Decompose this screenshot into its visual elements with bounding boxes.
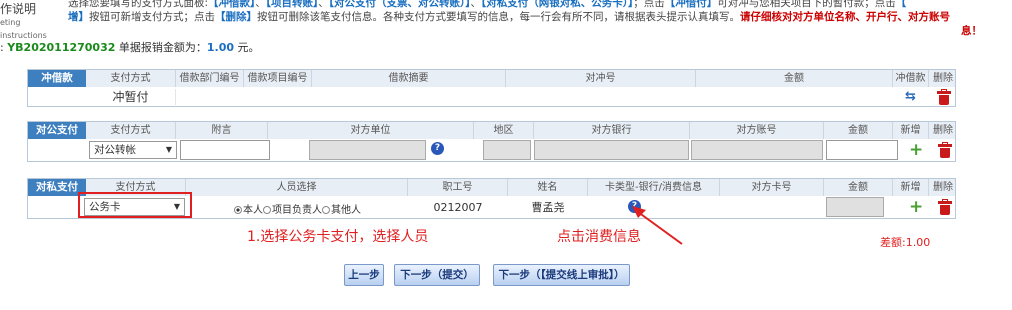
col-name: 姓名 — [508, 179, 588, 196]
instr-link-offset: 【冲借款】 — [208, 0, 256, 9]
radio-project-leader[interactable] — [263, 206, 271, 214]
payee-bank-input — [534, 140, 689, 160]
employee-no-value: 0212007 — [433, 201, 483, 214]
highlight-box — [78, 192, 192, 218]
col-delete: 删除 — [933, 125, 953, 136]
dropdown-arrow-icon: ▼ — [165, 145, 172, 154]
col-method: 支付方式 — [86, 70, 176, 87]
col-employee-no: 职工号 — [408, 179, 508, 196]
col-add: 新增 — [893, 179, 929, 196]
col-region: 地区 — [474, 122, 534, 139]
instr-link-delete: 【删除】 — [215, 11, 257, 23]
col-offset-action: 冲借款 — [893, 70, 929, 87]
instr-link-offset-pay: 【冲借付】 — [664, 0, 718, 9]
radio-other-label: 其他人 — [331, 205, 361, 216]
instr-link-add: 增】 — [68, 11, 89, 23]
radio-other[interactable] — [322, 206, 330, 214]
private-amount-input — [826, 197, 884, 217]
instructions-title-cn: 作说明 — [0, 2, 37, 16]
public-tag: 对公支付 — [28, 122, 86, 139]
reimbursement-summary: : YB202011270032 单据报销金额为：1.00 元。 — [0, 39, 260, 55]
arrow-shaft — [637, 211, 683, 245]
col-offset-no: 对冲号 — [506, 70, 696, 87]
public-amount-input[interactable] — [826, 140, 898, 160]
annotation-step1: 1.选择公务卡支付，选择人员 — [247, 229, 429, 245]
swap-icon[interactable]: ⇆ — [905, 90, 916, 104]
offset-tag: 冲借款 — [28, 70, 86, 87]
region-input — [483, 140, 531, 160]
col-remark: 附言 — [176, 122, 268, 139]
col-amount: 金额 — [696, 70, 893, 87]
instr-text: 按钮可删除该笔支付信息。各种支付方式要填写的信息，每一行会有所不同，请根据表头提… — [257, 11, 740, 23]
instructions-text: 选择您要填写的支付方式面板:【冲借款】、【项目转账】、【对公支付（支票、对公转账… — [68, 0, 1012, 37]
reimbursement-number: YB202011270032 — [7, 41, 116, 54]
payee-unit-input — [309, 140, 426, 160]
public-row: 对公转帐 ▼ ? + — [28, 139, 955, 163]
instr-warning: 请仔细核对对方单位名称、开户行、对方账号 — [740, 11, 950, 23]
col-add: 新增 — [893, 122, 929, 139]
add-plus-icon[interactable]: + — [909, 142, 923, 159]
col-method: 支付方式 — [86, 122, 176, 139]
instr-warning-tail: 息！ — [961, 25, 982, 37]
name-value: 曹孟尧 — [531, 201, 565, 214]
col-payee-unit: 对方单位 — [268, 122, 474, 139]
col-payee-account: 对方账号 — [690, 122, 824, 139]
payee-account-input — [691, 140, 823, 160]
col-card-type: 卡类型-银行/消费信息 — [588, 179, 720, 196]
instr-sep: 、 — [318, 0, 329, 9]
add-plus-icon[interactable]: + — [909, 199, 923, 216]
instr-link-private: 【对私支付（网银对私、公务卡）】 — [481, 0, 634, 9]
col-loan-project: 借款项目编号 — [244, 70, 312, 87]
summary-label: 单据报销金额为： — [118, 41, 207, 54]
public-method-value: 对公转帐 — [94, 144, 136, 156]
instr-sep: 、 — [255, 0, 266, 9]
offset-row: 冲暂付 ⇆ — [28, 87, 955, 107]
public-panel: 对公支付 支付方式 附言 对方单位 地区 对方银行 对方账号 金额 新增 删除 … — [27, 121, 956, 162]
next-approve-button[interactable]: 下一步（【提交线上审批】） — [493, 264, 630, 286]
instr-link-transfer: 【项目转账】 — [265, 0, 319, 9]
instructions-bar: 作说明 eting instructions 选择您要填写的支付方式面板:【冲借… — [0, 0, 1012, 40]
delete-trash-icon[interactable] — [937, 89, 951, 105]
col-loan-summary: 借款摘要 — [312, 70, 506, 87]
col-loan-dept: 借款部门编号 — [176, 70, 244, 87]
offset-method: 冲暂付 — [86, 89, 176, 105]
instr-text: ；点击 — [633, 0, 665, 9]
col-amount: 金额 — [824, 179, 893, 196]
delete-trash-icon[interactable] — [938, 199, 952, 215]
instructions-title: 作说明 eting instructions — [0, 3, 64, 42]
next-submit-button[interactable]: 下一步（提交） — [394, 264, 480, 286]
col-payee-bank: 对方银行 — [534, 122, 690, 139]
reimbursement-amount: 1.00 — [206, 41, 235, 54]
col-person-select: 人员选择 — [186, 179, 408, 196]
instr-text: 按钮可新增支付方式；点击 — [89, 11, 215, 23]
instr-text: 选择您要填写的支付方式面板: — [68, 0, 209, 9]
annotation-step2: 点击消费信息 — [557, 229, 641, 245]
instr-link-public: 【对公支付（支票、对公转账）】 — [328, 0, 471, 9]
instr-text: 可对冲与您相关项目下的暂付款；点击 — [717, 0, 896, 9]
offset-header: 冲借款 支付方式 借款部门编号 借款项目编号 借款摘要 对冲号 金额 冲借款 删… — [28, 70, 955, 87]
col-card-no: 对方卡号 — [720, 179, 824, 196]
instr-sep: 、 — [470, 0, 482, 9]
col-delete: 删除 — [933, 73, 953, 84]
offset-panel: 冲借款 支付方式 借款部门编号 借款项目编号 借款摘要 对冲号 金额 冲借款 删… — [27, 69, 956, 107]
summary-unit: 元。 — [237, 41, 260, 54]
col-delete: 删除 — [933, 182, 953, 193]
radio-self-label: 本人 — [243, 205, 263, 216]
prev-step-button[interactable]: 上一步 — [344, 264, 384, 286]
radio-self[interactable] — [234, 206, 242, 214]
col-amount: 金额 — [824, 122, 893, 139]
person-radio-group: 本人 项目负责人 其他人 — [234, 201, 361, 216]
instr-link-add: 【 — [895, 0, 907, 9]
public-method-select[interactable]: 对公转帐 ▼ — [89, 141, 177, 159]
help-question-icon[interactable]: ? — [431, 142, 444, 155]
difference-display: 差额:1.00 — [880, 234, 930, 250]
radio-project-leader-label: 项目负责人 — [272, 205, 322, 216]
difference-label: 差额: — [880, 236, 906, 249]
remark-input[interactable] — [180, 140, 270, 160]
public-header: 对公支付 支付方式 附言 对方单位 地区 对方银行 对方账号 金额 新增 删除 — [28, 122, 955, 139]
delete-trash-icon[interactable] — [938, 142, 952, 158]
difference-value: 1.00 — [905, 236, 931, 249]
